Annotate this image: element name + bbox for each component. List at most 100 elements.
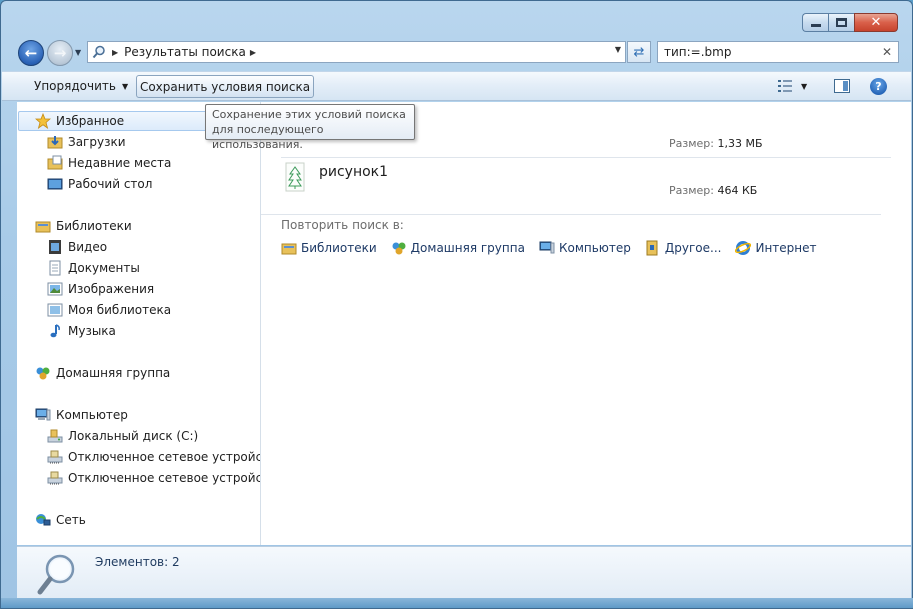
- libraries-icon: [35, 218, 51, 234]
- documents-library-icon: [47, 260, 63, 276]
- sidebar-item-network[interactable]: Сеть: [35, 510, 86, 530]
- sidebar-item-label: Музыка: [68, 324, 116, 338]
- result-item-size: Размер: 1,33 МБ: [669, 137, 763, 150]
- custom-folder-icon: [645, 240, 661, 256]
- sidebar-item-downloads[interactable]: Загрузки: [47, 132, 126, 152]
- sidebar-item-homegroup[interactable]: Домашняя группа: [35, 363, 170, 383]
- items-count: Элементов: 2: [95, 555, 180, 569]
- save-search-button[interactable]: Сохранить условия поиска: [136, 75, 314, 98]
- size-label: Размер:: [669, 137, 714, 150]
- sidebar-item-label: Документы: [68, 261, 140, 275]
- preview-pane-button[interactable]: [834, 79, 850, 93]
- address-history-dropdown[interactable]: ▼: [615, 45, 621, 54]
- size-value: 464 КБ: [717, 184, 758, 197]
- sidebar-item-label: Избранное: [56, 114, 125, 128]
- retry-link-label: Библиотеки: [301, 241, 377, 255]
- organize-button[interactable]: Упорядочить ▼: [34, 79, 128, 93]
- sidebar-item-documents[interactable]: Документы: [47, 258, 140, 278]
- breadcrumb-separator-icon[interactable]: ▶: [250, 48, 256, 57]
- my-library-icon: [47, 302, 63, 318]
- internet-explorer-icon: [735, 240, 752, 256]
- sidebar-item-label: Компьютер: [56, 408, 128, 422]
- sidebar-item-label: Отключенное сетевое устройство (: [68, 471, 261, 485]
- refresh-button[interactable]: ⇄: [627, 41, 651, 63]
- local-disk-icon: [47, 428, 63, 444]
- retry-link-label: Другое...: [664, 241, 722, 255]
- sidebar-item-local-disk[interactable]: Локальный диск (C:): [47, 426, 198, 446]
- sidebar-item-label: Моя библиотека: [68, 303, 172, 317]
- close-button[interactable]: ✕: [854, 13, 898, 32]
- save-search-tooltip: Сохранение этих условий поиска для после…: [205, 104, 415, 151]
- tooltip-line: для последующего использования.: [212, 123, 324, 151]
- retry-in-homegroup-link[interactable]: Домашняя группа: [391, 240, 525, 256]
- music-note-icon: [47, 323, 63, 339]
- forward-button[interactable]: →: [47, 40, 73, 66]
- breadcrumb-separator-icon[interactable]: ▶: [112, 48, 118, 57]
- sidebar-item-label: Отключенное сетевое устройство (: [68, 450, 261, 464]
- refresh-icon: ⇄: [633, 44, 645, 60]
- retry-custom-link[interactable]: Другое...: [645, 240, 722, 256]
- sidebar-item-my-library[interactable]: Моя библиотека: [47, 300, 171, 320]
- pictures-library-icon: [47, 281, 63, 297]
- downloads-folder-icon: [47, 134, 63, 150]
- sidebar-item-network-drive[interactable]: Отключенное сетевое устройство (: [47, 468, 261, 488]
- sidebar-item-recent-places[interactable]: Недавние места: [47, 153, 171, 173]
- search-magnifier-icon: [35, 551, 81, 600]
- navigation-pane: Избранное Загрузки Недавние места Рабочи…: [17, 102, 261, 545]
- sidebar-item-label: Локальный диск (C:): [68, 429, 199, 443]
- disconnected-network-drive-icon: [47, 449, 63, 465]
- help-icon[interactable]: ?: [870, 78, 887, 95]
- sidebar-item-label: Домашняя группа: [56, 366, 171, 380]
- result-divider: [281, 157, 891, 158]
- desktop-icon: [47, 176, 63, 192]
- clear-search-icon[interactable]: ✕: [882, 45, 892, 59]
- sidebar-item-video[interactable]: Видео: [47, 237, 107, 257]
- maximize-button[interactable]: [828, 13, 854, 32]
- back-button[interactable]: ←: [18, 40, 44, 66]
- details-pane: Элементов: 2: [17, 546, 911, 599]
- recent-pages-dropdown[interactable]: ▼: [75, 48, 81, 57]
- sidebar-item-label: Библиотеки: [56, 219, 132, 233]
- sidebar-item-music[interactable]: Музыка: [47, 321, 116, 341]
- change-view-button[interactable]: ▼: [778, 80, 807, 92]
- image-file-icon: [285, 162, 305, 195]
- breadcrumb-search-results[interactable]: Результаты поиска: [124, 45, 246, 59]
- maximize-icon: [836, 18, 847, 27]
- arrow-right-icon: →: [53, 43, 67, 62]
- organize-label: Упорядочить: [34, 79, 116, 93]
- sidebar-item-label: Видео: [68, 240, 108, 254]
- sidebar-item-network-drive[interactable]: Отключенное сетевое устройство (: [47, 447, 261, 467]
- desktop-strip: [1, 598, 913, 608]
- size-value: 1,33 МБ: [717, 137, 763, 150]
- sidebar-item-label: Загрузки: [68, 135, 126, 149]
- chevron-down-icon: ▼: [121, 81, 129, 91]
- result-file-name[interactable]: рисунок1: [319, 164, 388, 180]
- sidebar-item-desktop[interactable]: Рабочий стол: [47, 174, 152, 194]
- sidebar-item-label: Недавние места: [68, 156, 172, 170]
- retry-in-computer-link[interactable]: Компьютер: [539, 240, 631, 256]
- explorer-window: ✕ ← → ▼ ▶ Результаты поиска ▶ ▼ ⇄ ✕ Упор…: [0, 0, 913, 609]
- minimize-button[interactable]: [802, 13, 828, 32]
- sidebar-item-pictures[interactable]: Изображения: [47, 279, 154, 299]
- star-icon: [34, 112, 52, 129]
- search-box[interactable]: ✕: [657, 41, 899, 63]
- result-divider: [261, 214, 881, 215]
- network-icon: [35, 512, 51, 528]
- size-label: Размер:: [669, 184, 714, 197]
- arrow-left-icon: ←: [24, 43, 38, 62]
- sidebar-item-computer[interactable]: Компьютер: [35, 405, 128, 425]
- libraries-icon: [281, 240, 297, 256]
- retry-link-label: Компьютер: [558, 241, 631, 255]
- search-input[interactable]: [664, 45, 874, 59]
- retry-search-links: Библиотеки Домашняя группа Компьютер Дру…: [281, 240, 817, 256]
- tooltip-line: Сохранение этих условий поиска: [212, 108, 406, 121]
- close-icon: ✕: [870, 15, 882, 30]
- retry-in-libraries-link[interactable]: Библиотеки: [281, 240, 377, 256]
- chevron-down-icon: ▼: [801, 81, 808, 91]
- sidebar-item-libraries[interactable]: Библиотеки: [35, 216, 132, 236]
- address-bar[interactable]: ▶ Результаты поиска ▶ ▼: [87, 41, 626, 63]
- disconnected-network-drive-icon: [47, 470, 63, 486]
- video-library-icon: [47, 239, 63, 255]
- sidebar-item-label: Сеть: [56, 513, 86, 527]
- retry-internet-link[interactable]: Интернет: [735, 240, 817, 256]
